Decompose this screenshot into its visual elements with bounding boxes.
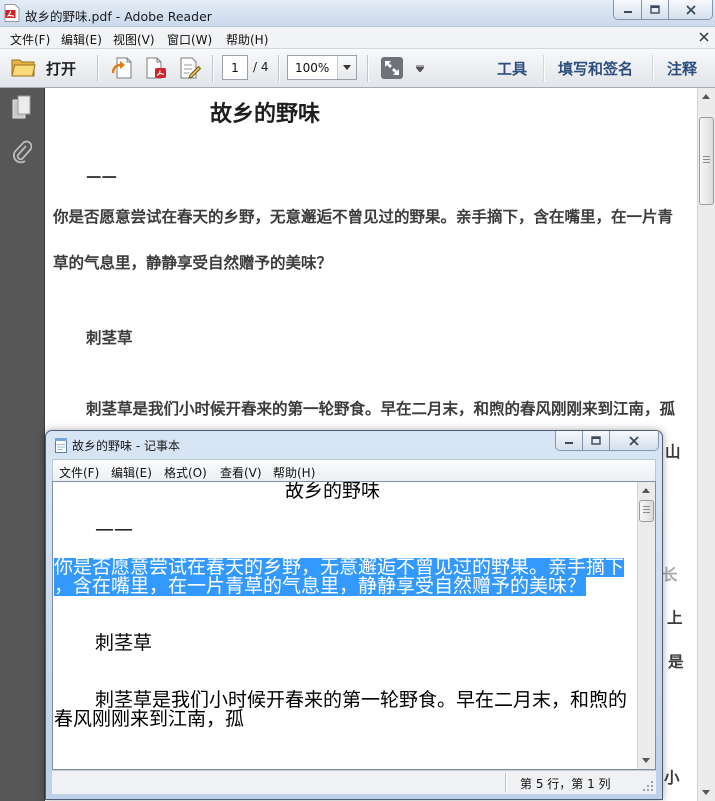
toolbar-separator: [212, 55, 213, 82]
menu-help[interactable]: 帮助(H): [273, 464, 315, 481]
zoom-dropdown-button[interactable]: [337, 56, 356, 79]
page-thumbnails-icon[interactable]: [11, 95, 33, 119]
export-icon[interactable]: [110, 56, 134, 80]
notepad-text-area[interactable]: 故乡的野味 —— 你是否愿意尝试在春天的乡野，无意邂逅不曾见过的野果。亲手摘下 …: [52, 481, 656, 770]
arrow-up-icon: [642, 488, 650, 493]
window-controls: [613, 0, 713, 20]
document-partial-text: 小: [664, 769, 680, 787]
notepad-icon: [54, 437, 68, 453]
selected-text-line: ，含在嘴里，在一片青草的气息里，静静享受自然赠予的美味？: [54, 575, 587, 597]
attachments-icon[interactable]: [12, 140, 32, 164]
edit-document-icon[interactable]: [178, 56, 202, 80]
menu-edit[interactable]: 编辑(E): [61, 31, 102, 48]
tools-pane-button[interactable]: 工具: [497, 58, 527, 79]
resize-grip-icon[interactable]: [642, 780, 654, 792]
arrow-down-icon: [702, 790, 710, 795]
minimize-button[interactable]: [614, 0, 641, 19]
menu-file[interactable]: 文件(F): [59, 464, 99, 481]
document-partial-text: 上: [667, 609, 683, 627]
document-partial-text: 长: [662, 566, 678, 584]
toolbar-separator: [97, 55, 98, 82]
close-button[interactable]: [668, 0, 712, 19]
maximize-icon: [591, 435, 601, 446]
toolbar-separator: [652, 55, 653, 82]
folder-icon: [11, 57, 36, 78]
close-icon: [685, 4, 697, 15]
arrow-up-icon: [702, 94, 710, 99]
document-partial-text: 山: [665, 443, 681, 461]
scroll-down-button[interactable]: [638, 752, 655, 769]
notepad-window-controls: [555, 431, 659, 451]
toolbar-separator: [543, 55, 544, 82]
scroll-down-button[interactable]: [698, 784, 715, 801]
scroll-thumb[interactable]: [639, 500, 654, 522]
text-line: 春风刚刚来到江南，孤: [54, 708, 245, 730]
minimize-icon: [564, 436, 574, 446]
toolbar: 打开 / 4 100% 工具 填写和签名: [0, 49, 715, 88]
grip-icon: [703, 156, 710, 163]
notepad-maximize-button[interactable]: [582, 431, 609, 450]
notepad-close-button[interactable]: [609, 431, 658, 450]
status-divider: [505, 773, 506, 792]
fill-sign-pane-button[interactable]: 填写和签名: [558, 58, 633, 79]
page-total-label: / 4: [253, 60, 269, 74]
open-label: 打开: [46, 60, 77, 78]
navigation-pane: [0, 88, 45, 801]
document-paragraph-line: 刺茎草是我们小时候开春来的第一轮野食。早在二月末，和煦的春风刚刚来到江南，孤: [86, 400, 676, 418]
comment-pane-button[interactable]: 注释: [667, 58, 697, 79]
text-line: 刺茎草: [95, 632, 153, 654]
scroll-up-button[interactable]: [698, 88, 715, 105]
document-paragraph-line: 草的气息里，静静享受自然赠予的美味？: [53, 254, 333, 272]
document-paragraph-line: 你是否愿意尝试在春天的乡野，无意邂逅不曾见过的野果。亲手摘下，含在嘴里，在一片青: [53, 208, 674, 226]
text-line: 故乡的野味: [285, 481, 381, 502]
menu-file[interactable]: 文件(F): [10, 31, 50, 48]
reader-title-bar[interactable]: 故乡的野味.pdf - Adobe Reader: [0, 0, 715, 27]
open-button[interactable]: 打开: [8, 53, 86, 83]
arrow-down-icon: [642, 758, 650, 763]
menu-edit[interactable]: 编辑(E): [111, 464, 152, 481]
document-title: 故乡的野味: [210, 102, 321, 127]
notepad-scrollbar[interactable]: [637, 482, 655, 769]
toolbar-separator: [367, 55, 368, 82]
maximize-button[interactable]: [641, 0, 668, 19]
page-number-input[interactable]: [222, 55, 248, 80]
document-section-heading: 刺茎草: [86, 329, 133, 347]
menu-format[interactable]: 格式(O): [164, 464, 207, 481]
window-title: 故乡的野味.pdf - Adobe Reader: [25, 9, 212, 24]
chevron-down-icon: [343, 65, 351, 70]
menu-help[interactable]: 帮助(H): [226, 31, 268, 48]
maximize-icon: [650, 4, 660, 15]
menu-bar: 文件(F) 编辑(E) 视图(V) 窗口(W) 帮助(H): [0, 27, 715, 49]
scroll-thumb[interactable]: [699, 117, 714, 205]
menu-view[interactable]: 视图(V): [113, 31, 155, 48]
minimize-icon: [623, 5, 633, 15]
scroll-up-button[interactable]: [638, 482, 655, 499]
menu-window[interactable]: 窗口(W): [167, 31, 212, 48]
close-document-icon[interactable]: [699, 32, 709, 42]
zoom-value[interactable]: 100%: [295, 61, 329, 75]
notepad-title: 故乡的野味 - 记事本: [72, 439, 180, 453]
text-line: ——: [95, 518, 133, 540]
notepad-status-bar: 第 5 行，第 1 列: [52, 770, 656, 794]
zoom-select[interactable]: 100%: [287, 55, 357, 80]
document-dash: ——: [86, 167, 117, 185]
grip-icon: [643, 506, 650, 513]
create-pdf-icon[interactable]: [144, 56, 168, 80]
notepad-window: 故乡的野味 - 记事本 文件(F) 编辑(E) 格式(O) 查看(V) 帮助(H…: [45, 430, 663, 800]
document-scrollbar[interactable]: [697, 88, 715, 801]
document-partial-text: 是: [668, 653, 684, 671]
cursor-position: 第 5 行，第 1 列: [520, 777, 611, 791]
notepad-menu-bar: 文件(F) 编辑(E) 格式(O) 查看(V) 帮助(H): [52, 459, 656, 481]
notepad-minimize-button[interactable]: [556, 431, 582, 450]
menu-view[interactable]: 查看(V): [220, 464, 262, 481]
pdf-file-icon: [4, 4, 20, 22]
fullscreen-icon[interactable]: [380, 56, 404, 80]
toolbar-separator: [278, 55, 279, 82]
toolbar-options-icon[interactable]: [416, 65, 424, 72]
close-icon: [628, 435, 640, 446]
